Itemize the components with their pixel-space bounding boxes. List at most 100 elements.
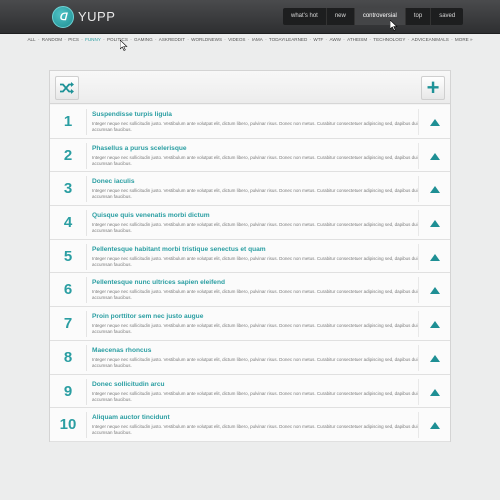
post-title-link[interactable]: Pellentesque habitant morbi tristique se… [92,246,266,253]
post-row: 6 Pellentesque nunc ultrices sapien eleif… [50,273,450,308]
logo-icon[interactable]: ᗡ [52,6,74,28]
divider [86,344,87,371]
post-rank: 3 [63,180,73,198]
upvote-arrow-icon[interactable] [430,253,440,261]
post-rank: 10 [59,416,77,434]
upvote-arrow-icon[interactable] [430,119,440,126]
post-title-link[interactable]: Phasellus a purus scelerisque [92,145,187,152]
post-title-link[interactable]: Pellentesque nunc ultrices sapien eleife… [92,279,225,286]
panel-toolbar: + [50,71,450,104]
category-link[interactable]: GAMING [134,37,153,42]
post-row: 10 Aliquam auctor tincidunt Integer neque … [50,408,450,442]
divider [86,210,87,237]
post-title-link[interactable]: Maecenas rhoncus [92,347,151,354]
plus-icon: + [426,75,440,100]
divider [418,142,419,169]
category-link[interactable]: VIDEOS [228,37,245,42]
divider [418,176,419,203]
category-link[interactable]: PICS [68,37,79,42]
post-rank: 2 [63,146,73,164]
post-panel: + 1 Suspendisse turpis ligula Integer nequ… [49,70,451,442]
divider [86,311,87,338]
post-rank: 9 [63,382,73,400]
divider [418,344,419,371]
post-row: 2 Phasellus a purus scelerisque Integer ne… [50,138,450,173]
divider [418,109,419,135]
category-link[interactable]: ASKREDDIT [159,37,185,42]
upvote-arrow-icon[interactable] [430,388,440,396]
divider [86,277,87,304]
post-title-link[interactable]: Quisque quis venenatis morbi dictum [92,212,210,219]
category-link[interactable]: ATHEISM [347,37,367,42]
category-link[interactable]: MORE » [455,37,473,42]
upvote-arrow-icon[interactable] [430,422,440,430]
category-link[interactable]: IAMA [252,37,263,42]
mouse-cursor-icon [120,40,128,51]
nav-top[interactable]: top [406,8,432,25]
post-rank: 7 [63,315,73,333]
post-row: 4 Quisque quis venenatis morbi dictum Inte… [50,206,450,240]
divider [86,243,87,270]
divider [86,176,87,203]
nav-saved[interactable]: saved [431,8,463,25]
post-description: Integer neque nec sollicitudin justo. Ve… [92,323,419,335]
category-link[interactable]: ADVICEANIMALS [412,37,449,42]
post-title-link[interactable]: Suspendisse turpis ligula [92,111,172,118]
divider [418,412,419,439]
upvote-arrow-icon[interactable] [430,152,440,160]
post-description: Integer neque nec sollicitudin justo. Ve… [92,424,419,436]
divider [86,412,87,439]
category-strip: ALL - RANDOM - PICS - FUNNY - POLITICS -… [0,34,500,46]
post-description: Integer neque nec sollicitudin justo. Ve… [92,356,419,368]
mouse-cursor-icon [390,20,398,31]
post-description: Integer neque nec sollicitudin justo. Ve… [92,390,419,402]
upvote-arrow-icon[interactable] [430,287,440,295]
post-rank: 8 [63,348,73,366]
post-title-link[interactable]: Proin porttitor sem nec justo augue [92,313,203,320]
divider [86,378,87,405]
main-nav: what's hot new controversial top saved [283,8,464,25]
post-description: Integer neque nec sollicitudin justo. Ve… [92,121,419,132]
divider [86,142,87,169]
top-bar: ᗡ YUPP what's hot new controversial top … [0,0,500,34]
divider [86,109,87,135]
post-rank: 1 [63,113,73,130]
divider [418,277,419,304]
category-link[interactable]: ALL [27,37,35,42]
upvote-arrow-icon[interactable] [430,186,440,194]
post-rank: 6 [63,281,73,299]
category-link[interactable]: WORLDNEWS [191,37,222,42]
post-description: Integer neque nec sollicitudin justo. Ve… [92,222,419,234]
category-link[interactable]: RANDOM [42,37,62,42]
shuffle-icon [60,82,74,94]
divider [418,243,419,270]
post-row: 1 Suspendisse turpis ligula Integer neque … [50,105,450,139]
post-row: 5 Pellentesque habitant morbi tristique s… [50,239,450,274]
category-link[interactable]: FUNNY [85,37,101,42]
post-rank: 5 [63,247,73,265]
post-row: 7 Proin porttitor sem nec justo augue Inte… [50,307,450,341]
shuffle-button[interactable] [55,76,79,100]
post-row: 8 Maecenas rhoncus Integer neque nec solli… [50,340,450,375]
upvote-arrow-icon[interactable] [430,354,440,362]
post-title-link[interactable]: Donec sollicitudin arcu [92,381,165,388]
upvote-arrow-icon[interactable] [430,220,440,228]
divider [418,311,419,338]
category-link[interactable]: TODAYILEARNED [269,37,307,42]
post-title-link[interactable]: Aliquam auctor tincidunt [92,414,170,421]
category-link[interactable]: TECHNOLOGY [373,37,405,42]
post-description: Integer neque nec sollicitudin justo. Ve… [92,289,419,301]
nav-new[interactable]: new [327,8,355,25]
post-title-link[interactable]: Donec iaculis [92,178,135,185]
post-description: Integer neque nec sollicitudin justo. Ve… [92,255,419,267]
nav-controversial[interactable]: controversial [354,8,406,25]
add-post-button[interactable]: + [421,76,445,100]
upvote-arrow-icon[interactable] [430,321,440,329]
nav-whats-hot[interactable]: what's hot [283,8,327,25]
post-row: 9 Donec sollicitudin arcu Integer neque ne… [50,374,450,409]
brand-name[interactable]: YUPP [78,9,115,24]
divider [418,378,419,405]
category-link[interactable]: WTF [313,37,323,42]
category-link[interactable]: AWW [329,37,341,42]
post-list: 1 Suspendisse turpis ligula Integer neque … [50,105,450,442]
